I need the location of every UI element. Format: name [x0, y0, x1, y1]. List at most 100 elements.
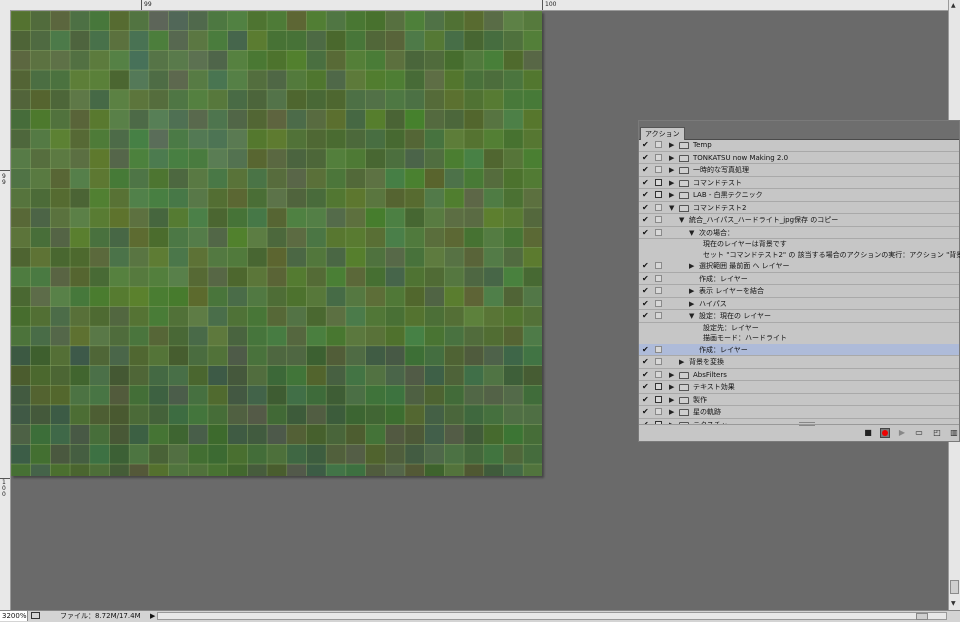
- action-row-set-temp[interactable]: ✔ ▶ Temp: [639, 139, 959, 152]
- dialog-toggle-box[interactable]: [655, 274, 662, 282]
- vertical-scroll-thumb[interactable]: [950, 580, 959, 594]
- dialog-toggle-box[interactable]: [655, 287, 662, 294]
- toggle-checkmark-icon[interactable]: ✔: [642, 310, 651, 322]
- action-row-action-copy[interactable]: ✔ ▼ 統合_ハイパス_ハードライト_jpg保存 のコピー: [639, 214, 959, 227]
- action-row-detail-4[interactable]: 描画モード：ハードライト: [639, 333, 959, 344]
- dialog-toggle-box[interactable]: [655, 203, 662, 211]
- scroll-up-icon[interactable]: ▲: [951, 2, 956, 9]
- toggle-checkmark-icon[interactable]: ✔: [642, 344, 651, 356]
- expanded-triangle-icon[interactable]: ▼: [689, 310, 694, 322]
- play-icon[interactable]: ▶: [897, 428, 907, 438]
- toggle-checkmark-icon[interactable]: ✔: [642, 298, 651, 310]
- horizontal-scrollbar[interactable]: [157, 612, 947, 620]
- dialog-toggle-box[interactable]: [655, 383, 662, 390]
- toggle-checkmark-icon[interactable]: ✔: [642, 381, 651, 393]
- pixel-cell: [384, 266, 406, 288]
- expanded-triangle-icon[interactable]: ▼: [669, 202, 674, 214]
- toggle-checkmark-icon[interactable]: ✔: [642, 273, 651, 285]
- expanded-triangle-icon[interactable]: ▼: [679, 214, 684, 226]
- action-row-set-tonkatsu[interactable]: ✔ ▶ TONKATSU now Making 2.0: [639, 152, 959, 164]
- collapsed-triangle-icon[interactable]: ▶: [669, 177, 674, 189]
- collapsed-triangle-icon[interactable]: ▶: [669, 164, 674, 176]
- action-row-set-temp-photo[interactable]: ✔ ▶ 一時的な写真処理: [639, 164, 959, 177]
- dialog-toggle-box[interactable]: [655, 141, 662, 148]
- dialog-toggle-box[interactable]: [655, 166, 662, 173]
- expanded-triangle-icon[interactable]: ▼: [689, 227, 694, 239]
- resize-grip[interactable]: [799, 422, 815, 426]
- actions-list[interactable]: ✔ ▶ Temp ✔ ▶ TONKATSU now Making 2.0 ✔ ▶ 一時的な写真処…: [639, 139, 960, 431]
- document-canvas[interactable]: [11, 11, 542, 476]
- toggle-checkmark-icon[interactable]: ✔: [642, 394, 651, 406]
- action-row-step-make-2[interactable]: ✔ 作成：レイヤー: [639, 343, 959, 356]
- action-row-detail-3[interactable]: 設定先：レイヤー: [639, 323, 959, 334]
- action-row-set-absfilters[interactable]: ✔ ▶ AbsFilters: [639, 369, 959, 381]
- dialog-toggle-box[interactable]: [655, 178, 662, 186]
- collapsed-triangle-icon[interactable]: ▶: [669, 139, 674, 151]
- action-row-step-select[interactable]: ✔ ▶ 選択範囲 最前面 へ レイヤー: [639, 260, 959, 273]
- action-row-step-set[interactable]: ✔ ▼ 設定：現在の レイヤー: [639, 310, 959, 323]
- collapsed-triangle-icon[interactable]: ▶: [669, 406, 674, 418]
- record-icon[interactable]: [880, 428, 890, 438]
- toggle-checkmark-icon[interactable]: ✔: [642, 227, 651, 239]
- toggle-checkmark-icon[interactable]: ✔: [642, 189, 651, 201]
- dialog-toggle-box[interactable]: [655, 299, 662, 307]
- action-row-action-bg-convert[interactable]: ✔ ▶ 背景を変換: [639, 356, 959, 369]
- toggle-checkmark-icon[interactable]: ✔: [642, 214, 651, 226]
- scroll-down-icon[interactable]: ▼: [951, 600, 956, 607]
- dialog-toggle-box[interactable]: [655, 312, 662, 319]
- collapsed-triangle-icon[interactable]: ▶: [669, 369, 674, 381]
- dialog-toggle-box[interactable]: [655, 370, 662, 378]
- dialog-toggle-box[interactable]: [655, 345, 662, 353]
- dialog-toggle-box[interactable]: [655, 395, 662, 403]
- toggle-checkmark-icon[interactable]: ✔: [642, 177, 651, 189]
- collapsed-triangle-icon[interactable]: ▶: [669, 189, 674, 201]
- toggle-checkmark-icon[interactable]: ✔: [642, 406, 651, 418]
- toggle-checkmark-icon[interactable]: ✔: [642, 356, 651, 368]
- dialog-toggle-box[interactable]: [655, 216, 662, 223]
- dialog-toggle-box[interactable]: [655, 358, 662, 365]
- new-set-icon[interactable]: ▭: [914, 428, 924, 438]
- collapsed-triangle-icon[interactable]: ▶: [689, 285, 694, 297]
- toggle-checkmark-icon[interactable]: ✔: [642, 164, 651, 176]
- toggle-checkmark-icon[interactable]: ✔: [642, 260, 651, 272]
- toggle-checkmark-icon[interactable]: ✔: [642, 152, 651, 164]
- action-row-step-make-1[interactable]: ✔ 作成：レイヤー: [639, 273, 959, 285]
- action-row-set-text-effects[interactable]: ✔ ▶ テキスト効果: [639, 381, 959, 394]
- horizontal-ruler[interactable]: 99 100: [0, 0, 948, 11]
- action-row-set-production[interactable]: ✔ ▶ 製作: [639, 394, 959, 406]
- collapsed-triangle-icon[interactable]: ▶: [669, 381, 674, 393]
- export-icon[interactable]: [31, 612, 40, 619]
- dialog-toggle-box[interactable]: [655, 228, 662, 236]
- action-row-detail-1[interactable]: 現在のレイヤーは背景です: [639, 239, 959, 250]
- collapsed-triangle-icon[interactable]: ▶: [669, 152, 674, 164]
- zoom-field[interactable]: 3200%: [0, 611, 28, 621]
- toggle-checkmark-icon[interactable]: ✔: [642, 139, 651, 151]
- action-row-set-command-test-2[interactable]: ✔ ▼ コマンドテスト2: [639, 202, 959, 214]
- action-row-set-lab[interactable]: ✔ ▶ LAB - 白黒テクニック: [639, 189, 959, 202]
- delete-icon[interactable]: ▥: [949, 428, 959, 438]
- action-row-set-command-test[interactable]: ✔ ▶ コマンドテスト: [639, 177, 959, 189]
- collapsed-triangle-icon[interactable]: ▶: [679, 356, 684, 368]
- dialog-toggle-box[interactable]: [655, 408, 662, 415]
- collapsed-triangle-icon[interactable]: ▶: [689, 298, 694, 310]
- action-row-set-star-trails[interactable]: ✔ ▶ 星の軌跡: [639, 406, 959, 419]
- file-info[interactable]: ファイル：8.72M/17.4M: [60, 611, 141, 621]
- toggle-checkmark-icon[interactable]: ✔: [642, 202, 651, 214]
- action-row-step-if[interactable]: ✔ ▼ 次の場合：: [639, 227, 959, 239]
- action-row-step-highpass[interactable]: ✔ ▶ ハイパス: [639, 298, 959, 310]
- vertical-ruler[interactable]: 99 100: [0, 10, 11, 610]
- dialog-toggle-box[interactable]: [655, 262, 662, 269]
- status-menu-arrow-icon[interactable]: ▶: [150, 611, 155, 621]
- dialog-toggle-box[interactable]: [655, 191, 662, 198]
- stop-icon[interactable]: ■: [863, 428, 873, 438]
- dialog-toggle-box[interactable]: [655, 153, 662, 161]
- action-row-step-merge[interactable]: ✔ ▶ 表示 レイヤーを結合: [639, 285, 959, 298]
- toggle-checkmark-icon[interactable]: ✔: [642, 285, 651, 297]
- new-action-icon[interactable]: ◰: [932, 428, 942, 438]
- collapsed-triangle-icon[interactable]: ▶: [689, 260, 694, 272]
- actions-panel[interactable]: アクション ✔ ▶ Temp ✔ ▶ TONKATSU now Making 2.0 ✔ ▶ 一…: [638, 120, 960, 442]
- toggle-checkmark-icon[interactable]: ✔: [642, 369, 651, 381]
- collapsed-triangle-icon[interactable]: ▶: [669, 394, 674, 406]
- horizontal-scroll-thumb[interactable]: [916, 613, 928, 620]
- action-row-detail-2[interactable]: セット "コマンドテスト2" の 該当する場合のアクションの実行：アクション "…: [639, 250, 960, 261]
